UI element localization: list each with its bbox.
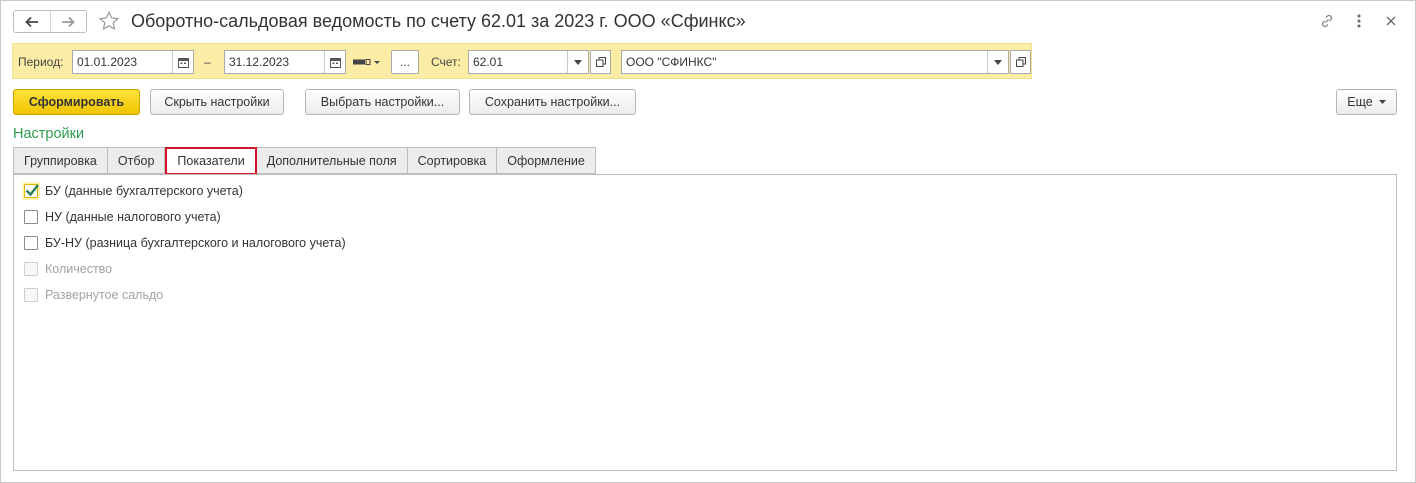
star-icon xyxy=(98,10,120,31)
window-title: Оборотно-сальдовая ведомость по счету 62… xyxy=(131,11,746,31)
save-settings-button[interactable]: Сохранить настройки... xyxy=(469,89,636,115)
indicator-quantity-checkbox xyxy=(24,262,38,276)
more-actions-button[interactable] xyxy=(1349,11,1369,31)
report-window: Оборотно-сальдовая ведомость по счету 62… xyxy=(0,0,1416,483)
period-selector-icon xyxy=(353,59,380,65)
account-value[interactable]: 62.01 xyxy=(469,55,567,69)
date-from-calendar-button[interactable] xyxy=(172,51,193,73)
calendar-icon xyxy=(329,57,341,68)
indicator-difference-checkbox[interactable] xyxy=(24,236,38,250)
account-field[interactable]: 62.01 xyxy=(468,50,589,74)
link-icon xyxy=(1321,14,1333,28)
organization-dropdown-button[interactable] xyxy=(987,51,1008,73)
forward-arrow-icon xyxy=(62,16,76,27)
settings-title: Настройки xyxy=(13,126,85,142)
tab-grouping[interactable]: Группировка xyxy=(13,147,108,174)
date-to-calendar-button[interactable] xyxy=(324,51,345,73)
indicator-expanded-balance-checkbox xyxy=(24,288,38,302)
account-label: Счет: xyxy=(431,55,461,69)
indicator-difference-option[interactable]: БУ-НУ (разница бухгалтерского и налогово… xyxy=(24,236,346,250)
indicators-panel: БУ (данные бухгалтерского учета) НУ (дан… xyxy=(13,174,1397,471)
period-settings-button[interactable]: ... xyxy=(391,50,419,74)
title-tools xyxy=(1317,11,1401,31)
dropdown-arrow-icon xyxy=(1378,100,1386,104)
indicator-tax-checkbox[interactable] xyxy=(24,210,38,224)
back-button[interactable] xyxy=(14,11,50,32)
favorite-button[interactable] xyxy=(97,9,121,33)
hide-settings-button[interactable]: Скрыть настройки xyxy=(150,89,284,115)
date-separator: – xyxy=(204,55,211,69)
more-vertical-icon xyxy=(1357,14,1361,28)
report-parameters-panel: Период: 01.01.2023 – 31.12.2023 ... Счет… xyxy=(12,43,1032,79)
calendar-icon xyxy=(177,57,189,68)
link-button[interactable] xyxy=(1317,11,1337,31)
account-open-button[interactable] xyxy=(590,50,611,74)
tab-formatting[interactable]: Оформление xyxy=(497,147,596,174)
indicator-quantity-label: Количество xyxy=(45,262,113,276)
tab-filter[interactable]: Отбор xyxy=(107,147,166,174)
close-button[interactable] xyxy=(1381,11,1401,31)
date-to-value[interactable]: 31.12.2023 xyxy=(225,55,324,69)
choose-settings-button[interactable]: Выбрать настройки... xyxy=(305,89,460,115)
indicator-tax-label: НУ (данные налогового учета) xyxy=(45,210,221,224)
indicator-quantity-option: Количество xyxy=(24,262,112,276)
indicator-accounting-label: БУ (данные бухгалтерского учета) xyxy=(45,184,243,198)
title-bar: Оборотно-сальдовая ведомость по счету 62… xyxy=(1,1,1415,41)
date-to-field[interactable]: 31.12.2023 xyxy=(224,50,346,74)
organization-field[interactable]: ООО "СФИНКС" xyxy=(621,50,1009,74)
close-icon xyxy=(1386,16,1396,26)
indicator-tax-option[interactable]: НУ (данные налогового учета) xyxy=(24,210,221,224)
organization-open-button[interactable] xyxy=(1010,50,1031,74)
tab-additional-fields[interactable]: Дополнительные поля xyxy=(256,147,408,174)
tab-indicators[interactable]: Показатели xyxy=(165,147,257,175)
date-from-field[interactable]: 01.01.2023 xyxy=(72,50,194,74)
navigation-buttons xyxy=(13,10,87,33)
open-icon xyxy=(1015,57,1026,67)
dropdown-arrow-icon xyxy=(994,59,1002,65)
period-label: Период: xyxy=(18,55,64,69)
period-settings-ellipsis: ... xyxy=(399,55,410,69)
open-icon xyxy=(595,57,606,67)
more-button-label: Еще xyxy=(1347,95,1373,109)
date-from-value[interactable]: 01.01.2023 xyxy=(73,55,172,69)
tab-sorting[interactable]: Сортировка xyxy=(407,147,498,174)
settings-tabs: Группировка Отбор Показатели Дополнитель… xyxy=(13,147,596,175)
forward-button[interactable] xyxy=(49,11,87,32)
dropdown-arrow-icon xyxy=(574,59,582,65)
indicator-expanded-balance-option: Развернутое сальдо xyxy=(24,288,163,302)
checkmark-icon xyxy=(25,184,39,197)
indicator-accounting-checkbox[interactable] xyxy=(24,184,39,198)
generate-button[interactable]: Сформировать xyxy=(13,89,140,115)
period-type-selector[interactable] xyxy=(352,55,382,69)
organization-value[interactable]: ООО "СФИНКС" xyxy=(622,55,987,69)
back-arrow-icon xyxy=(24,16,38,27)
more-button[interactable]: Еще xyxy=(1336,89,1397,115)
indicator-difference-label: БУ-НУ (разница бухгалтерского и налогово… xyxy=(45,236,346,250)
indicator-accounting-option[interactable]: БУ (данные бухгалтерского учета) xyxy=(24,184,243,198)
indicator-expanded-balance-label: Развернутое сальдо xyxy=(45,288,164,302)
account-dropdown-button[interactable] xyxy=(567,51,588,73)
